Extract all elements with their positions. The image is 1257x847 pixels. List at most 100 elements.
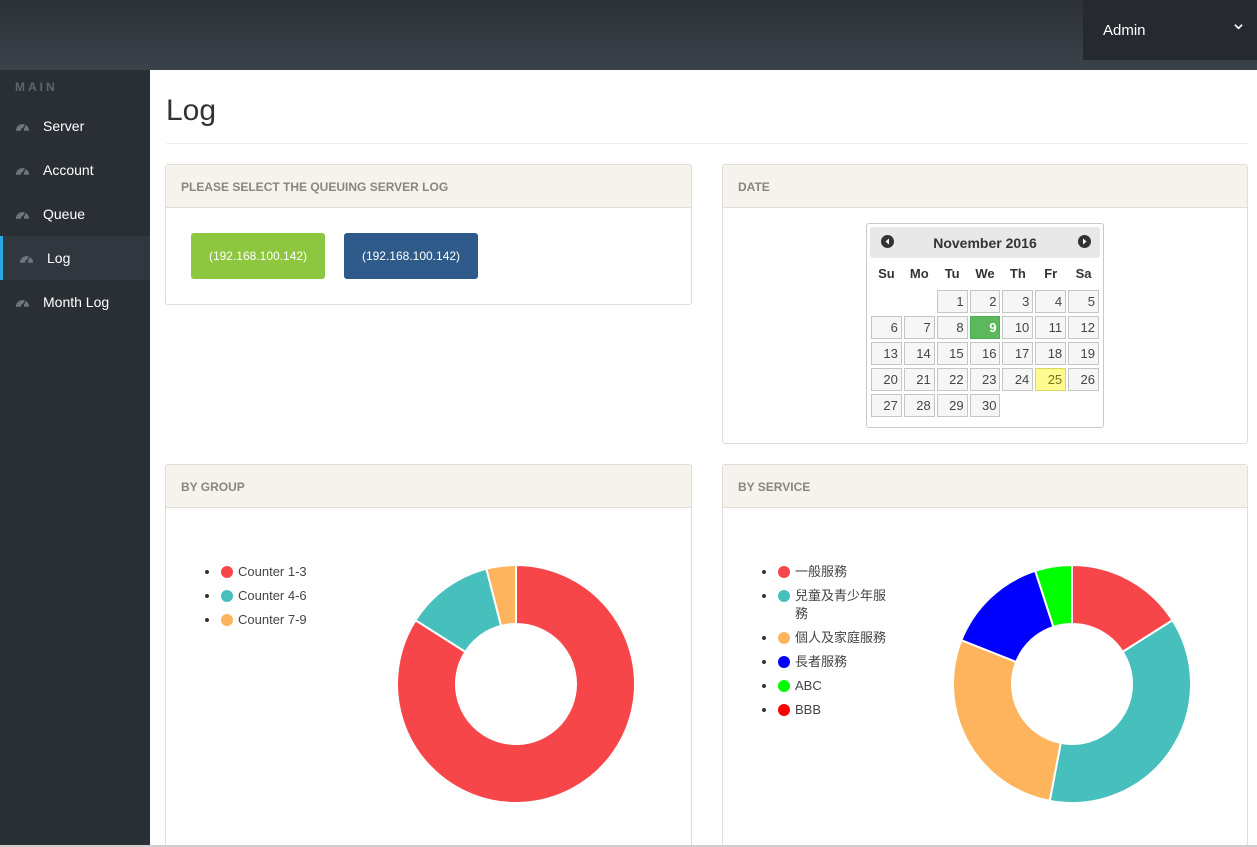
calendar-day[interactable]: 23 <box>969 368 1001 391</box>
legend-label: 兒童及青少年服務 <box>795 588 887 621</box>
calendar-empty-cell <box>1002 394 1033 417</box>
legend-color-swatch <box>221 614 233 626</box>
legend-label: 長者服務 <box>795 654 848 669</box>
legend-label: ABC <box>795 678 822 693</box>
legend-color-swatch <box>221 590 233 602</box>
group-donut-chart <box>396 563 636 804</box>
legend-color-swatch <box>778 680 790 692</box>
calendar-day[interactable]: 13 <box>871 342 902 365</box>
legend-label: Counter 7-9 <box>238 612 307 627</box>
legend-item: Counter 1-3 <box>204 563 364 581</box>
legend-color-swatch <box>778 632 790 644</box>
admin-user-menu[interactable]: Admin <box>1083 0 1257 60</box>
legend-color-swatch <box>778 704 790 716</box>
page-title: Log <box>166 94 217 127</box>
calendar-day[interactable]: 21 <box>903 368 935 391</box>
weekday-label: Mo <box>909 266 929 281</box>
sidebar-item-account[interactable]: Account <box>0 148 150 192</box>
title-divider <box>166 143 1248 144</box>
server-button-2[interactable]: (192.168.100.142) <box>344 233 478 279</box>
calendar-month-label: November 2016 <box>933 234 1037 251</box>
calendar-day[interactable]: 18 <box>1035 342 1067 365</box>
prev-month-icon[interactable] <box>881 235 894 248</box>
dashboard-icon <box>15 168 30 176</box>
legend-label: BBB <box>795 702 822 717</box>
server-log-panel: PLEASE SELECT THE QUEUING SERVER LOG (19… <box>165 164 692 305</box>
calendar-day[interactable]: 24 <box>1002 368 1034 391</box>
weekday-header-row: Su Mo Tu We Th Fr Sa <box>870 262 1100 289</box>
calendar-day[interactable]: 29 <box>936 394 968 417</box>
sidebar-section-heading: MAIN <box>15 80 58 94</box>
calendar-header: November 2016 <box>870 227 1100 258</box>
sidebar-item-label: Queue <box>43 206 86 222</box>
calendar-day[interactable]: 26 <box>1068 368 1100 391</box>
legend-item: BBB <box>761 701 891 719</box>
calendar-day[interactable]: 14 <box>903 342 935 365</box>
sidebar-item-log[interactable]: Log <box>0 236 150 280</box>
weekday-label: We <box>975 266 995 281</box>
calendar-day[interactable]: 22 <box>936 368 968 391</box>
sidebar: MAIN Server Account Queue Log Month Log <box>0 70 150 847</box>
sidebar-item-month-log[interactable]: Month Log <box>0 280 150 324</box>
calendar-day[interactable]: 4 <box>1035 290 1067 313</box>
legend-item: ABC <box>761 677 891 695</box>
sidebar-item-label: Account <box>43 162 94 178</box>
calendar-day[interactable]: 20 <box>871 368 902 391</box>
legend-label: Counter 4-6 <box>238 588 307 603</box>
calendar-day[interactable]: 6 <box>871 316 902 339</box>
panel-heading: PLEASE SELECT THE QUEUING SERVER LOG <box>166 165 691 208</box>
calendar-week-row: 12345 <box>870 289 1100 315</box>
calendar-day[interactable]: 17 <box>1002 342 1034 365</box>
calendar-week-row: 13 14 15 16 17 18 19 <box>870 341 1100 367</box>
next-month-icon[interactable] <box>1078 235 1091 248</box>
calendar-day[interactable]: 2 <box>969 290 1001 313</box>
calendar-day[interactable]: 3 <box>1002 290 1034 313</box>
calendar-day[interactable]: 30 <box>969 394 1001 417</box>
calendar-day[interactable]: 25 <box>1035 368 1067 391</box>
donut-slice[interactable] <box>952 638 1062 803</box>
calendar-empty-cell <box>1035 394 1066 417</box>
legend-color-swatch <box>778 590 790 602</box>
sidebar-item-queue[interactable]: Queue <box>0 192 150 236</box>
legend-label: 一般服務 <box>795 564 848 579</box>
calendar-week-row: 6 7 8 9 10 11 12 <box>870 315 1100 341</box>
service-donut-chart <box>952 563 1192 804</box>
dashboard-icon <box>19 256 34 264</box>
panel-heading: BY GROUP <box>166 465 691 508</box>
calendar-day[interactable]: 5 <box>1068 290 1100 313</box>
server-button-1[interactable]: (192.168.100.142) <box>191 233 325 279</box>
calendar-day[interactable]: 10 <box>1002 316 1034 339</box>
legend-item: 個人及家庭服務 <box>761 629 891 647</box>
legend-item: 長者服務 <box>761 653 891 671</box>
dashboard-icon <box>15 212 30 220</box>
legend-color-swatch <box>778 656 790 668</box>
weekday-label: Tu <box>944 266 960 281</box>
weekday-label: Th <box>1009 266 1026 281</box>
calendar-day[interactable]: 1 <box>936 290 968 313</box>
calendar-day[interactable]: 27 <box>871 394 902 417</box>
sidebar-item-label: Month Log <box>43 294 110 310</box>
calendar-day[interactable]: 9 <box>969 316 1001 339</box>
calendar-day[interactable]: 11 <box>1035 316 1067 339</box>
admin-user-label: Admin <box>1103 21 1146 39</box>
calendar-day[interactable]: 8 <box>936 316 968 339</box>
date-picker: November 2016 Su Mo Tu We Th Fr Sa 1 2 3 4 5 6 7 8 9 10 1… <box>866 223 1104 428</box>
calendar-day[interactable]: 28 <box>903 394 935 417</box>
calendar-day[interactable]: 16 <box>969 342 1001 365</box>
sidebar-item-label: Log <box>47 250 71 266</box>
calendar-day[interactable]: 15 <box>936 342 968 365</box>
calendar-empty-cell <box>1068 394 1099 417</box>
calendar-empty-cell <box>904 290 935 313</box>
legend-color-swatch <box>221 566 233 578</box>
sidebar-item-server[interactable]: Server <box>0 104 150 148</box>
legend-item: Counter 7-9 <box>204 611 364 629</box>
calendar-day[interactable]: 12 <box>1068 316 1100 339</box>
calendar-day[interactable]: 7 <box>903 316 935 339</box>
legend-label: 個人及家庭服務 <box>795 630 887 645</box>
sidebar-item-label: Server <box>43 118 85 134</box>
calendar-grid: Su Mo Tu We Th Fr Sa 1 2 3 4 5 6 7 8 9 10 11 12 13 14 15 16 17 1… <box>870 262 1100 419</box>
calendar-day[interactable]: 19 <box>1068 342 1100 365</box>
dashboard-icon <box>15 124 30 132</box>
group-legend: Counter 1-3 Counter 4-6 Counter 7-9 <box>204 563 364 635</box>
legend-label: Counter 1-3 <box>238 564 307 579</box>
